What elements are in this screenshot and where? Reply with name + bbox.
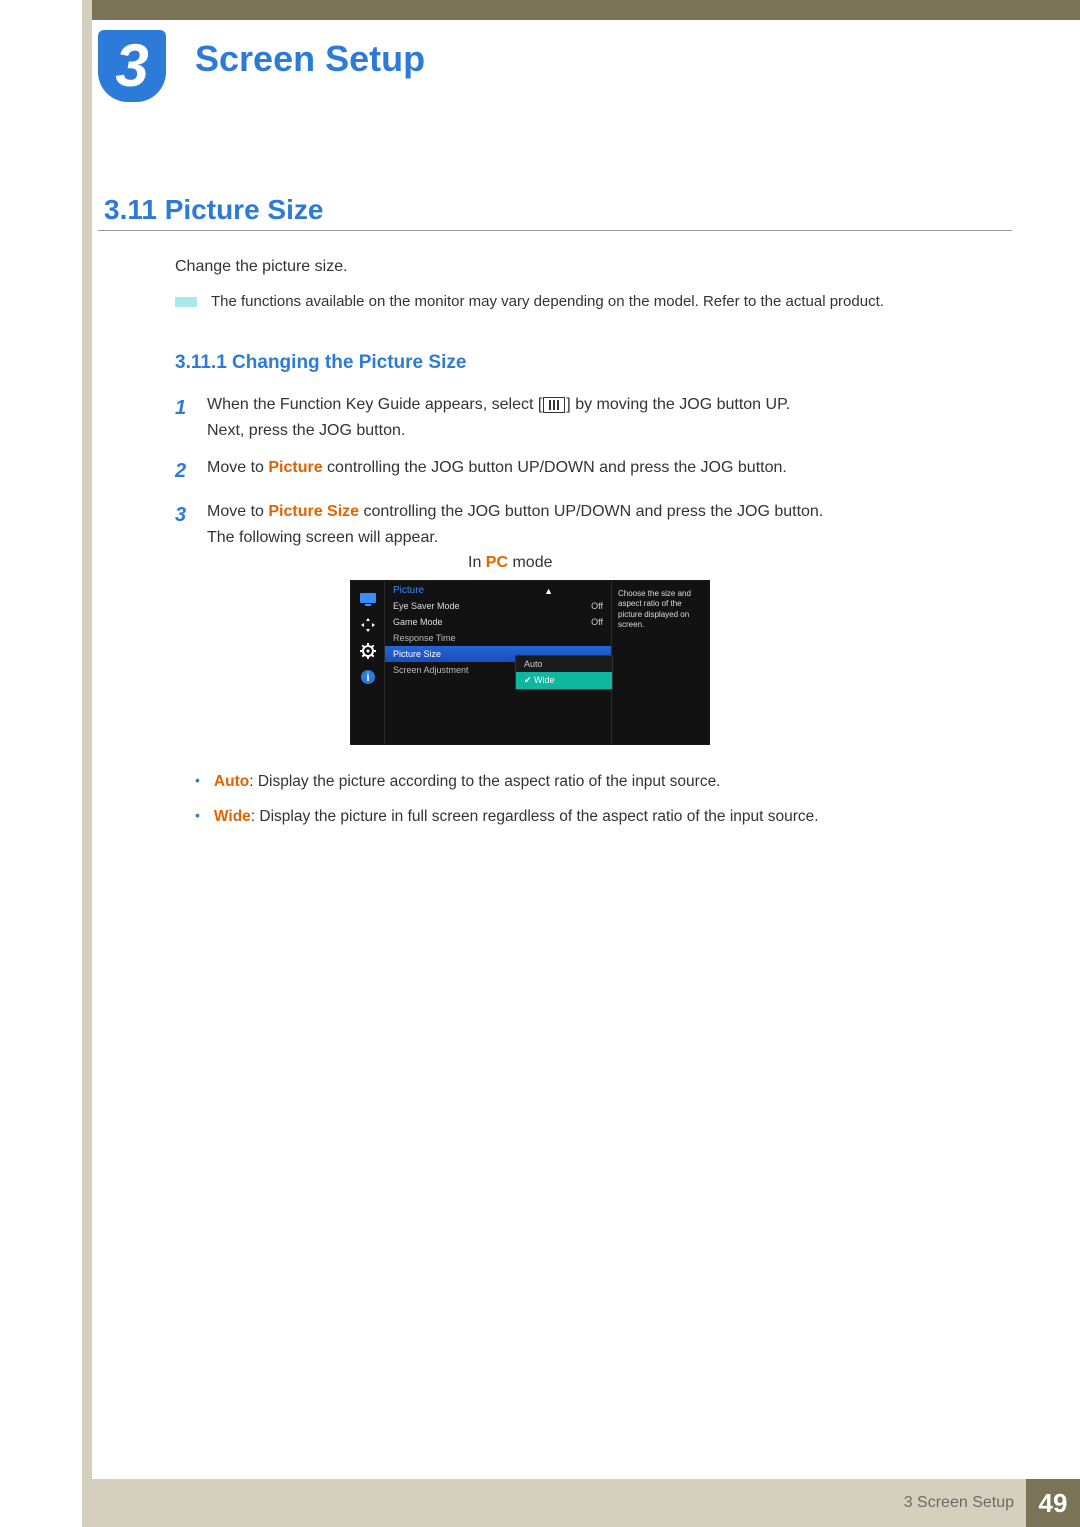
bullet-dot-icon: • xyxy=(195,770,200,793)
osd-item-game-mode: Game Mode Off xyxy=(385,614,611,630)
mode-pre: In xyxy=(468,554,486,571)
step-text-line2: The following screen will appear. xyxy=(207,529,438,546)
left-margin-strip xyxy=(82,0,92,1480)
bullet-body: Wide: Display the picture in full screen… xyxy=(214,805,819,828)
osd-popup: Auto Wide xyxy=(515,655,613,690)
step-text-line2: Next, press the JOG button. xyxy=(207,422,405,439)
step-text-post: controlling the JOG button UP/DOWN and p… xyxy=(323,459,787,476)
intro-text: Change the picture size. xyxy=(175,258,348,276)
osd-header: Picture ▲ xyxy=(385,581,611,598)
step-body: Move to Picture controlling the JOG butt… xyxy=(207,455,787,487)
step-text-pre: Move to xyxy=(207,503,268,520)
subsection-heading: 3.11.1 Changing the Picture Size xyxy=(175,352,466,374)
menu-icon xyxy=(543,397,565,413)
osd-item-value: Off xyxy=(591,617,603,627)
step-keyword: Picture xyxy=(268,459,322,476)
section-divider xyxy=(98,230,1012,231)
osd-option-auto: Auto xyxy=(516,656,612,672)
arrow-up-icon: ▲ xyxy=(544,586,553,596)
osd-help-text: Choose the size and aspect ratio of the … xyxy=(618,589,691,629)
osd-header-label: Picture xyxy=(393,585,424,596)
chapter-title: Screen Setup xyxy=(195,38,425,80)
bullet-text: : Display the picture in full screen reg… xyxy=(251,808,819,825)
step-number: 3 xyxy=(175,499,189,550)
note-row: The functions available on the monitor m… xyxy=(175,293,1012,310)
step-body: Move to Picture Size controlling the JOG… xyxy=(207,499,823,550)
step-body: When the Function Key Guide appears, sel… xyxy=(207,392,790,443)
mode-key: PC xyxy=(486,554,508,571)
bullet-text: : Display the picture according to the a… xyxy=(249,773,720,790)
step-number: 2 xyxy=(175,455,189,487)
step-2: 2 Move to Picture controlling the JOG bu… xyxy=(175,455,1012,487)
osd-option-wide: Wide xyxy=(516,672,612,689)
bullet-keyword: Auto xyxy=(214,773,249,790)
osd-item-label: Picture Size xyxy=(393,649,441,659)
osd-help-panel: Choose the size and aspect ratio of the … xyxy=(611,581,709,744)
mode-post: mode xyxy=(508,554,552,571)
step-number: 1 xyxy=(175,392,189,443)
osd-item-label: Response Time xyxy=(393,633,456,643)
arrows-icon xyxy=(359,617,377,633)
bullet-dot-icon: • xyxy=(195,805,200,828)
osd-item-label: Screen Adjustment xyxy=(393,665,469,675)
bullet-wide: • Wide: Display the picture in full scre… xyxy=(195,805,1012,828)
monitor-icon xyxy=(359,591,377,607)
footer-chapter-label: 3 Screen Setup xyxy=(904,1494,1014,1512)
section-heading: 3.11 Picture Size xyxy=(104,194,323,226)
osd-main: Picture ▲ Eye Saver Mode Off Game Mode O… xyxy=(385,581,611,744)
osd-sidebar: i xyxy=(351,581,385,744)
osd-item-label: Eye Saver Mode xyxy=(393,601,460,611)
note-text: The functions available on the monitor m… xyxy=(211,293,884,310)
bullet-auto: • Auto: Display the picture according to… xyxy=(195,770,1012,793)
osd-item-response-time: Response Time xyxy=(385,630,611,646)
top-band xyxy=(92,0,1080,20)
osd-item-value: Off xyxy=(591,601,603,611)
steps-list: 1 When the Function Key Guide appears, s… xyxy=(175,392,1012,562)
bullet-keyword: Wide xyxy=(214,808,251,825)
osd-item-eye-saver: Eye Saver Mode Off xyxy=(385,598,611,614)
mode-label: In PC mode xyxy=(468,554,553,572)
step-text-post: ] by moving the JOG button UP. xyxy=(566,396,790,413)
step-text-pre: When the Function Key Guide appears, sel… xyxy=(207,396,542,413)
step-3: 3 Move to Picture Size controlling the J… xyxy=(175,499,1012,550)
step-text-post: controlling the JOG button UP/DOWN and p… xyxy=(359,503,823,520)
step-text-pre: Move to xyxy=(207,459,268,476)
footer-band: 3 Screen Setup 49 xyxy=(82,1479,1080,1527)
svg-text:i: i xyxy=(366,672,369,684)
step-keyword: Picture Size xyxy=(268,503,359,520)
info-icon: i xyxy=(359,669,377,685)
osd-screenshot: i Picture ▲ Eye Saver Mode Off Game Mode… xyxy=(350,580,710,745)
gear-icon xyxy=(359,643,377,659)
step-1: 1 When the Function Key Guide appears, s… xyxy=(175,392,1012,443)
bullet-body: Auto: Display the picture according to t… xyxy=(214,770,721,793)
bullets-list: • Auto: Display the picture according to… xyxy=(195,770,1012,841)
note-swatch-icon xyxy=(175,297,197,307)
chapter-badge: 3 xyxy=(98,30,166,102)
footer-page-number: 49 xyxy=(1026,1479,1080,1527)
osd-item-label: Game Mode xyxy=(393,617,443,627)
chapter-number: 3 xyxy=(115,36,148,96)
